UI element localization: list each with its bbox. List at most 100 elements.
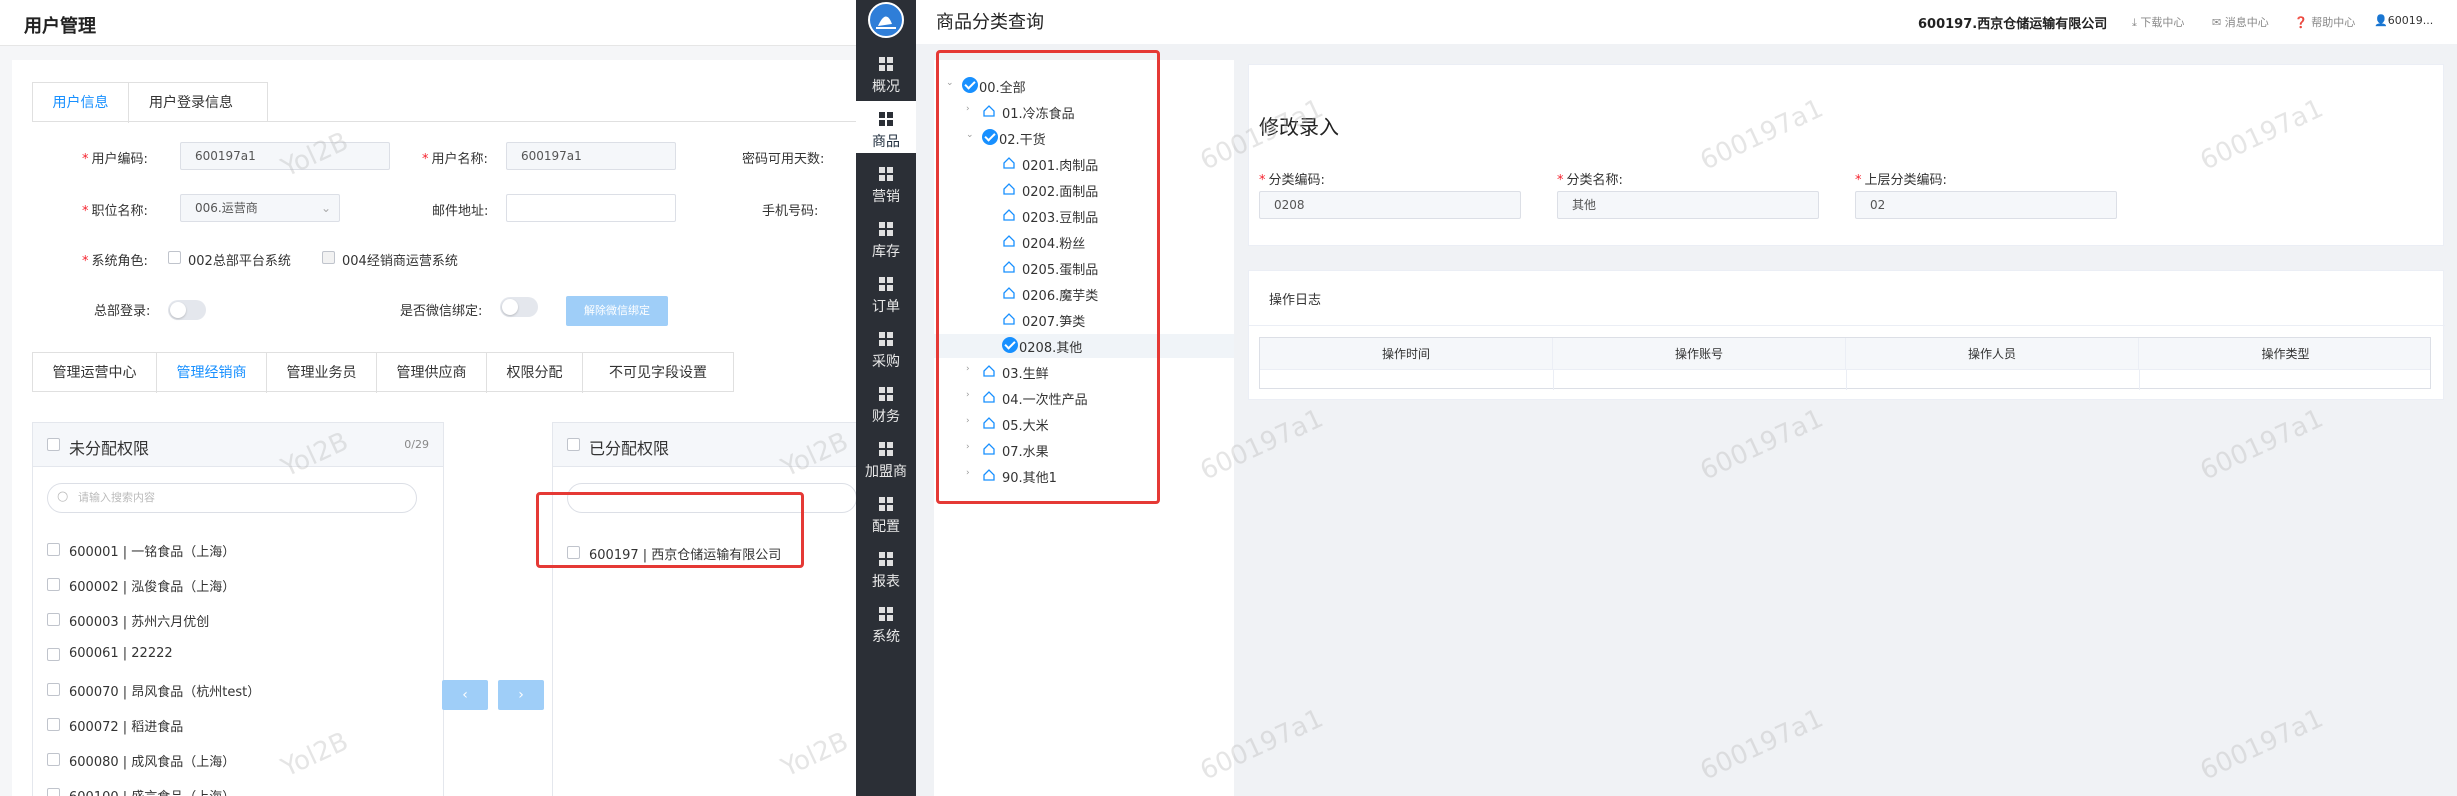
parent-code-field[interactable]: 02 bbox=[1855, 191, 2117, 219]
mail-icon: ✉ bbox=[2212, 16, 2225, 29]
tab-ops-center[interactable]: 管理运营中心 bbox=[33, 353, 157, 393]
unassigned-count: 0/29 bbox=[404, 438, 429, 451]
tab-hidden-fields[interactable]: 不可见字段设置 bbox=[583, 353, 733, 393]
watermark: 600197a1 bbox=[1695, 703, 1828, 787]
edit-title: 修改录入 bbox=[1259, 115, 1339, 139]
grid-icon bbox=[878, 386, 894, 402]
nav-item[interactable]: 营销 bbox=[856, 156, 916, 208]
move-right-button[interactable]: › bbox=[498, 680, 544, 710]
select-all-assigned-checkbox[interactable] bbox=[567, 438, 580, 451]
list-item[interactable]: 600072 | 稻进食品 bbox=[69, 716, 183, 735]
list-item-checkbox[interactable] bbox=[47, 613, 60, 626]
log-col-time: 操作时间 bbox=[1260, 338, 1553, 370]
tab-salesman[interactable]: 管理业务员 bbox=[267, 353, 377, 393]
category-name-field[interactable]: 其他 bbox=[1557, 191, 1819, 219]
list-item-checkbox[interactable] bbox=[47, 578, 60, 591]
user-menu[interactable]: 👤60019... bbox=[2374, 14, 2433, 27]
list-item-checkbox[interactable] bbox=[47, 648, 60, 661]
category-query-window: 商品分类查询 600197.西京仓储运输有限公司 ⤓ 下载中心 ✉ 消息中心 ❓… bbox=[916, 0, 2457, 796]
grid-icon bbox=[878, 221, 894, 237]
list-item-checkbox[interactable] bbox=[47, 543, 60, 556]
list-item[interactable]: 600070 | 昂风食品（杭州test） bbox=[69, 681, 260, 700]
assigned-title: 已分配权限 bbox=[589, 439, 670, 458]
email-field[interactable] bbox=[506, 194, 676, 222]
edit-card: 修改录入 * 分类编码: 0208 * 分类名称: 其他 * 上层分类编码: 02 bbox=[1248, 64, 2444, 246]
tab-login-info[interactable]: 用户登录信息 bbox=[129, 83, 253, 123]
permission-tabs: 管理运营中心 管理经销商 管理业务员 管理供应商 权限分配 不可见字段设置 bbox=[32, 352, 734, 393]
position-label: * 职位名称: bbox=[82, 204, 148, 219]
unbind-wechat-button[interactable]: 解除微信绑定 bbox=[566, 296, 668, 326]
watermark: 600197a1 bbox=[2195, 703, 2328, 787]
select-all-checkbox[interactable] bbox=[47, 438, 60, 451]
user-icon: 👤 bbox=[2374, 14, 2388, 27]
nav-item[interactable]: 采购 bbox=[856, 321, 916, 373]
user-code-label: * 用户编码: bbox=[82, 152, 148, 167]
nav-item[interactable]: 概况 bbox=[856, 46, 916, 98]
nav-label: 报表 bbox=[872, 574, 900, 590]
list-item-checkbox[interactable] bbox=[47, 683, 60, 696]
hq-login-toggle[interactable] bbox=[168, 300, 206, 320]
nav-item[interactable]: 财务 bbox=[856, 376, 916, 428]
role-checkbox-2[interactable] bbox=[322, 251, 335, 264]
log-col-type: 操作类型 bbox=[2261, 347, 2310, 361]
tab-dealer[interactable]: 管理经销商 bbox=[157, 353, 267, 393]
list-item[interactable]: 600080 | 成风食品（上海） bbox=[69, 751, 235, 770]
category-code-label: * 分类编码: bbox=[1259, 173, 1325, 188]
user-code-field[interactable]: 600197a1 bbox=[180, 142, 390, 170]
download-center-link[interactable]: ⤓ 下载中心 bbox=[2132, 14, 2184, 30]
assigned-header: 已分配权限 bbox=[553, 423, 856, 467]
wechat-bind-toggle[interactable] bbox=[500, 297, 538, 317]
header: 用户管理 bbox=[0, 0, 856, 46]
list-item-checkbox[interactable] bbox=[47, 753, 60, 766]
list-item[interactable]: 600061 | 22222 bbox=[69, 646, 173, 661]
nav-label: 加盟商 bbox=[865, 464, 907, 480]
user-name-label: * 用户名称: bbox=[422, 152, 488, 167]
unassigned-title: 未分配权限 bbox=[69, 439, 150, 458]
unassigned-search-input[interactable]: 请输入搜索内容 bbox=[47, 483, 417, 513]
list-item[interactable]: 600100 | 盛言食品（上海） bbox=[69, 786, 235, 796]
building-icon bbox=[878, 56, 894, 72]
list-item-checkbox[interactable] bbox=[47, 718, 60, 731]
help-center-link[interactable]: ❓ 帮助中心 bbox=[2294, 14, 2355, 30]
category-name-label: * 分类名称: bbox=[1557, 173, 1623, 188]
phone-label: 手机号码: bbox=[762, 204, 819, 219]
log-table: 操作时间 操作账号 操作人员 操作类型 bbox=[1259, 337, 2431, 390]
nav-item[interactable]: 配置 bbox=[856, 486, 916, 538]
nav-item[interactable]: 加盟商 bbox=[856, 431, 916, 483]
grid-icon bbox=[878, 606, 894, 622]
chevron-down-icon: ⌄ bbox=[320, 201, 331, 215]
move-left-button[interactable]: ‹ bbox=[442, 680, 488, 710]
list-item[interactable]: 600002 | 泓俊食品（上海） bbox=[69, 576, 235, 595]
tab-permission[interactable]: 权限分配 bbox=[487, 353, 583, 393]
role-checkbox-1[interactable] bbox=[168, 251, 181, 264]
user-management-window: 用户管理 用户信息 用户登录信息 * 用户编码: 600197a1 * 用户名称: … bbox=[0, 0, 856, 796]
list-item-checkbox[interactable] bbox=[47, 788, 60, 796]
grid-icon bbox=[878, 111, 894, 127]
message-center-link[interactable]: ✉ 消息中心 bbox=[2212, 14, 2269, 30]
nav-item[interactable]: 商品 bbox=[856, 101, 916, 153]
grid-icon bbox=[878, 276, 894, 292]
position-select[interactable]: 006.运营商 ⌄ bbox=[180, 194, 340, 222]
user-tabs: 用户信息 用户登录信息 bbox=[32, 82, 268, 123]
log-card: 操作日志 操作时间 操作账号 操作人员 操作类型 bbox=[1248, 270, 2445, 400]
category-code-field[interactable]: 0208 bbox=[1259, 191, 1521, 219]
tab-supplier[interactable]: 管理供应商 bbox=[377, 353, 487, 393]
nav-item[interactable]: 订单 bbox=[856, 266, 916, 318]
grid-icon bbox=[878, 496, 894, 512]
tab-user-info[interactable]: 用户信息 bbox=[33, 83, 129, 123]
chart-icon bbox=[878, 551, 894, 567]
nav-item[interactable]: 系统 bbox=[856, 596, 916, 648]
list-item[interactable]: 600003 | 苏州六月优创 bbox=[69, 611, 209, 630]
highlight-box-tree bbox=[936, 50, 1160, 504]
unassigned-panel: 未分配权限 0/29 请输入搜索内容 ○ 600001 | 一铭食品（上海） 60… bbox=[32, 422, 444, 796]
wechat-bind-label: 是否微信绑定: bbox=[400, 304, 483, 319]
logo-icon bbox=[868, 2, 904, 38]
nav-item[interactable]: 库存 bbox=[856, 211, 916, 263]
list-item[interactable]: 600001 | 一铭食品（上海） bbox=[69, 541, 235, 560]
company-name: 600197.西京仓储运输有限公司 bbox=[1918, 17, 2108, 32]
help-icon: ❓ bbox=[2294, 16, 2312, 29]
user-name-field[interactable]: 600197a1 bbox=[506, 142, 676, 170]
nav-item[interactable]: 报表 bbox=[856, 541, 916, 593]
nav-sidebar: 概况 商品 营销 库存订单采购 财务加盟商配置报表系统 bbox=[856, 0, 916, 796]
nav-label: 订单 bbox=[872, 299, 900, 315]
